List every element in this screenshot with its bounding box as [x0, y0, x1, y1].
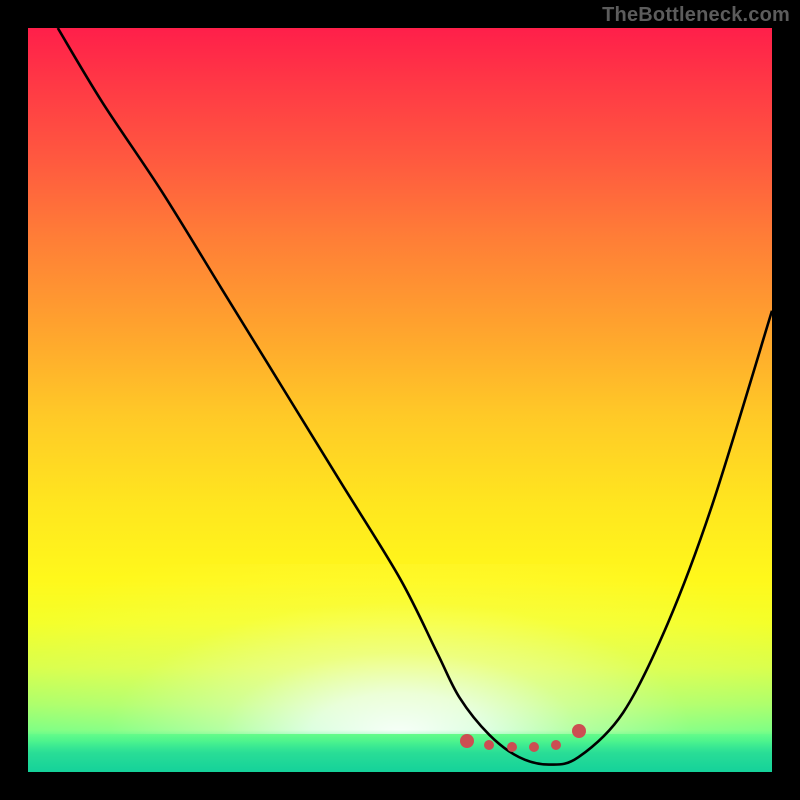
optimal-dot [484, 740, 494, 750]
optimal-dots-layer [28, 28, 772, 772]
optimal-dot [507, 742, 517, 752]
optimal-dot [460, 734, 474, 748]
optimal-dot [551, 740, 561, 750]
optimal-dot [572, 724, 586, 738]
chart-frame: TheBottleneck.com [0, 0, 800, 800]
plot-area [28, 28, 772, 772]
optimal-dot [529, 742, 539, 752]
watermark-text: TheBottleneck.com [602, 4, 790, 27]
